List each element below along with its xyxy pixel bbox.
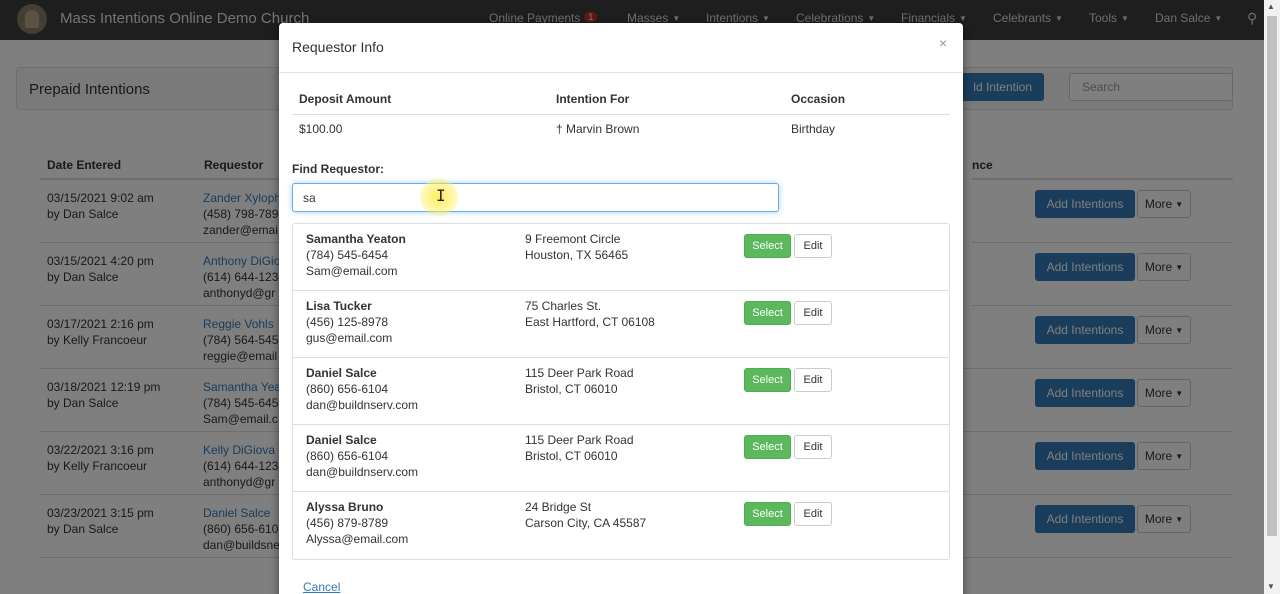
- result-address-line1: 9 Freemont Circle: [525, 232, 621, 246]
- find-requestor-input[interactable]: [292, 183, 779, 212]
- result-name: Daniel Salce: [306, 366, 377, 380]
- info-table-divider: [292, 114, 950, 115]
- occasion-value: Birthday: [791, 122, 836, 136]
- modal-header-divider: [279, 72, 963, 73]
- list-item: Lisa Tucker (456) 125-8978 gus@email.com…: [293, 291, 949, 358]
- result-email: Alyssa@email.com: [306, 532, 409, 546]
- text-cursor-icon: I: [436, 186, 446, 205]
- result-phone: (784) 545-6454: [306, 248, 389, 262]
- list-item: Samantha Yeaton (784) 545-6454 Sam@email…: [293, 224, 949, 291]
- select-button[interactable]: Select: [744, 502, 791, 526]
- edit-button[interactable]: Edit: [794, 234, 832, 258]
- edit-button[interactable]: Edit: [794, 301, 832, 325]
- result-name: Alyssa Bruno: [306, 500, 384, 514]
- result-name: Samantha Yeaton: [306, 232, 406, 246]
- requestor-results-list: Samantha Yeaton (784) 545-6454 Sam@email…: [292, 223, 950, 560]
- modal-title: Requestor Info: [292, 39, 384, 55]
- result-address-line2: Bristol, CT 06010: [525, 382, 618, 396]
- intention-for-header: Intention For: [556, 92, 630, 106]
- result-address-line1: 75 Charles St.: [525, 299, 602, 313]
- select-button[interactable]: Select: [744, 368, 791, 392]
- select-button[interactable]: Select: [744, 234, 791, 258]
- deposit-amount-header: Deposit Amount: [299, 92, 392, 106]
- result-name: Lisa Tucker: [306, 299, 372, 313]
- scrollbar-thumb[interactable]: [1267, 16, 1277, 536]
- select-button[interactable]: Select: [744, 301, 791, 325]
- edit-button[interactable]: Edit: [794, 502, 832, 526]
- edit-button[interactable]: Edit: [794, 435, 832, 459]
- result-address-line2: Houston, TX 56465: [525, 248, 629, 262]
- select-button[interactable]: Select: [744, 435, 791, 459]
- result-email: dan@buildnserv.com: [306, 398, 419, 412]
- result-email: gus@email.com: [306, 331, 393, 345]
- result-address-line2: East Hartford, CT 06108: [525, 315, 655, 329]
- result-phone: (860) 656-6104: [306, 449, 389, 463]
- result-address-line1: 115 Deer Park Road: [525, 433, 634, 447]
- result-name: Daniel Salce: [306, 433, 377, 447]
- page-scrollbar[interactable]: ▲ ▼: [1264, 0, 1280, 594]
- result-email: dan@buildnserv.com: [306, 465, 419, 479]
- result-phone: (456) 879-8789: [306, 516, 389, 530]
- list-item: Daniel Salce (860) 656-6104 dan@buildnse…: [293, 425, 949, 492]
- close-icon[interactable]: ×: [939, 35, 947, 51]
- result-email: Sam@email.com: [306, 264, 398, 278]
- occasion-header: Occasion: [791, 92, 846, 106]
- result-address-line2: Carson City, CA 45587: [525, 516, 647, 530]
- result-address-line2: Bristol, CT 06010: [525, 449, 618, 463]
- intention-for-value: † Marvin Brown: [556, 122, 640, 136]
- list-item: Alyssa Bruno (456) 879-8789 Alyssa@email…: [293, 492, 949, 559]
- requestor-info-modal: Requestor Info × Deposit Amount Intentio…: [279, 23, 963, 594]
- result-phone: (860) 656-6104: [306, 382, 389, 396]
- cancel-link[interactable]: Cancel: [303, 580, 340, 594]
- result-address-line1: 24 Bridge St: [525, 500, 592, 514]
- find-requestor-label: Find Requestor:: [292, 162, 384, 176]
- result-address-line1: 115 Deer Park Road: [525, 366, 634, 380]
- deposit-amount-value: $100.00: [299, 122, 343, 136]
- list-item: Daniel Salce (860) 656-6104 dan@buildnse…: [293, 358, 949, 425]
- scroll-down-arrow-icon[interactable]: ▼: [1267, 582, 1275, 591]
- result-phone: (456) 125-8978: [306, 315, 389, 329]
- scroll-up-arrow-icon[interactable]: ▲: [1267, 2, 1275, 11]
- edit-button[interactable]: Edit: [794, 368, 832, 392]
